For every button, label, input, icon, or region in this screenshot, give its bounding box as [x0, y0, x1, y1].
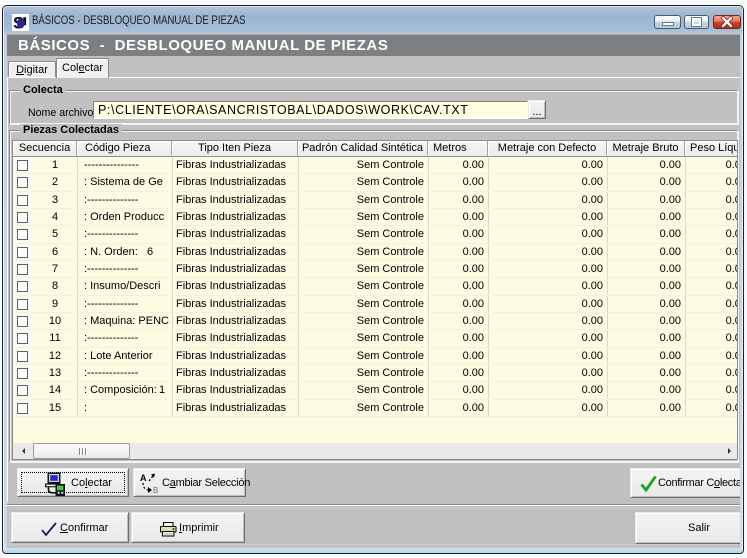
- svg-text:A: A: [140, 473, 147, 483]
- svg-text:B: B: [153, 486, 158, 495]
